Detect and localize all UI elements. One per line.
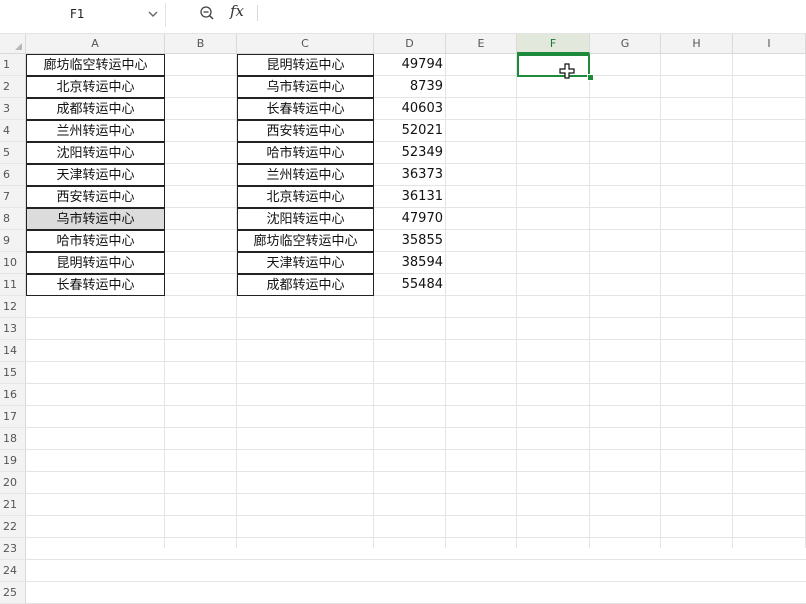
row-header-23[interactable]: 23 — [0, 538, 26, 560]
column-header-g[interactable]: G — [590, 34, 661, 54]
active-cell-f1[interactable] — [517, 54, 590, 77]
cell-a10[interactable]: 昆明转运中心 — [26, 252, 165, 274]
chevron-down-icon[interactable] — [147, 8, 159, 20]
zoom-out-icon[interactable] — [199, 5, 215, 21]
grid-column-line — [516, 54, 517, 548]
cell-c7[interactable]: 北京转运中心 — [237, 186, 374, 208]
cell-c6[interactable]: 兰州转运中心 — [237, 164, 374, 186]
cell-d11[interactable]: 55484 — [374, 274, 446, 296]
select-all-corner[interactable] — [0, 34, 26, 54]
cell-c1[interactable]: 昆明转运中心 — [237, 54, 374, 76]
cell-a5[interactable]: 沈阳转运中心 — [26, 142, 165, 164]
cell-a2[interactable]: 北京转运中心 — [26, 76, 165, 98]
grid-row-line — [26, 361, 806, 362]
cell-d7[interactable]: 36131 — [374, 186, 446, 208]
column-header-a[interactable]: A — [26, 34, 165, 54]
cell-a1[interactable]: 廊坊临空转运中心 — [26, 54, 165, 76]
cell-c10[interactable]: 天津转运中心 — [237, 252, 374, 274]
cell-c8[interactable]: 沈阳转运中心 — [237, 208, 374, 230]
cell-d8[interactable]: 47970 — [374, 208, 446, 230]
column-header-f[interactable]: F — [517, 34, 590, 54]
cell-a7[interactable]: 西安转运中心 — [26, 186, 165, 208]
row-header-9[interactable]: 9 — [0, 230, 26, 252]
cell-c5[interactable]: 哈市转运中心 — [237, 142, 374, 164]
cell-d9[interactable]: 35855 — [374, 230, 446, 252]
formula-input[interactable] — [266, 4, 796, 24]
cell-c4[interactable]: 西安转运中心 — [237, 120, 374, 142]
grid-row-line — [26, 449, 806, 450]
row-header-24[interactable]: 24 — [0, 560, 26, 582]
cell-a3[interactable]: 成都转运中心 — [26, 98, 165, 120]
row-header-3[interactable]: 3 — [0, 98, 26, 120]
grid-row-line — [26, 515, 806, 516]
cell-c2[interactable]: 乌市转运中心 — [237, 76, 374, 98]
row-header-21[interactable]: 21 — [0, 494, 26, 516]
grid-row-line — [26, 581, 806, 582]
cell-cursor-icon — [559, 63, 575, 79]
cell-a8[interactable]: 乌市转运中心 — [26, 208, 165, 230]
fx-icon[interactable]: fx — [230, 2, 244, 20]
cell-d6[interactable]: 36373 — [374, 164, 446, 186]
row-header-5[interactable]: 5 — [0, 142, 26, 164]
grid-row-line — [26, 427, 806, 428]
cell-d4[interactable]: 52021 — [374, 120, 446, 142]
row-header-7[interactable]: 7 — [0, 186, 26, 208]
name-box[interactable]: F1 — [0, 3, 166, 27]
column-header-i[interactable]: I — [733, 34, 806, 54]
row-header-11[interactable]: 11 — [0, 274, 26, 296]
row-header-19[interactable]: 19 — [0, 450, 26, 472]
cell-d3[interactable]: 40603 — [374, 98, 446, 120]
grid-row-line — [26, 537, 806, 538]
grid-row-line — [26, 317, 806, 318]
row-header-6[interactable]: 6 — [0, 164, 26, 186]
grid-column-line — [660, 54, 661, 548]
row-header-18[interactable]: 18 — [0, 428, 26, 450]
name-box-value: F1 — [70, 7, 85, 21]
cell-d10[interactable]: 38594 — [374, 252, 446, 274]
column-header-b[interactable]: B — [165, 34, 237, 54]
row-header-1[interactable]: 1 — [0, 54, 26, 76]
formula-bar: F1 fx — [0, 0, 806, 34]
grid-row-line — [26, 559, 806, 560]
row-header-17[interactable]: 17 — [0, 406, 26, 428]
grid-row-line — [26, 383, 806, 384]
column-header-c[interactable]: C — [237, 34, 374, 54]
grid-column-line — [589, 54, 590, 548]
formula-bar-divider — [257, 5, 258, 21]
row-header-4[interactable]: 4 — [0, 120, 26, 142]
grid-row-line — [26, 339, 806, 340]
cell-c3[interactable]: 长春转运中心 — [237, 98, 374, 120]
row-header-20[interactable]: 20 — [0, 472, 26, 494]
grid-column-line — [732, 54, 733, 548]
cell-c11[interactable]: 成都转运中心 — [237, 274, 374, 296]
column-header-e[interactable]: E — [446, 34, 517, 54]
row-header-15[interactable]: 15 — [0, 362, 26, 384]
cell-a11[interactable]: 长春转运中心 — [26, 274, 165, 296]
row-header-25[interactable]: 25 — [0, 582, 26, 604]
row-header-16[interactable]: 16 — [0, 384, 26, 406]
row-header-12[interactable]: 12 — [0, 296, 26, 318]
row-header-10[interactable]: 10 — [0, 252, 26, 274]
cell-a6[interactable]: 天津转运中心 — [26, 164, 165, 186]
column-header-d[interactable]: D — [374, 34, 446, 54]
cell-a4[interactable]: 兰州转运中心 — [26, 120, 165, 142]
grid-row-line — [26, 405, 806, 406]
cell-a9[interactable]: 哈市转运中心 — [26, 230, 165, 252]
fill-handle[interactable] — [587, 74, 594, 81]
row-header-2[interactable]: 2 — [0, 76, 26, 98]
row-header-14[interactable]: 14 — [0, 340, 26, 362]
cell-c9[interactable]: 廊坊临空转运中心 — [237, 230, 374, 252]
cell-d1[interactable]: 49794 — [374, 54, 446, 76]
grid-row-line — [26, 471, 806, 472]
row-header-22[interactable]: 22 — [0, 516, 26, 538]
cell-d5[interactable]: 52349 — [374, 142, 446, 164]
column-header-h[interactable]: H — [661, 34, 733, 54]
row-header-13[interactable]: 13 — [0, 318, 26, 340]
spreadsheet-grid[interactable]: A B C D E F G H I 1 2 3 4 5 6 7 8 9 10 11 12 13 14 15 16 17 18 19 20… — [0, 34, 806, 604]
grid-row-line — [26, 493, 806, 494]
row-header-8[interactable]: 8 — [0, 208, 26, 230]
cell-d2[interactable]: 8739 — [374, 76, 446, 98]
